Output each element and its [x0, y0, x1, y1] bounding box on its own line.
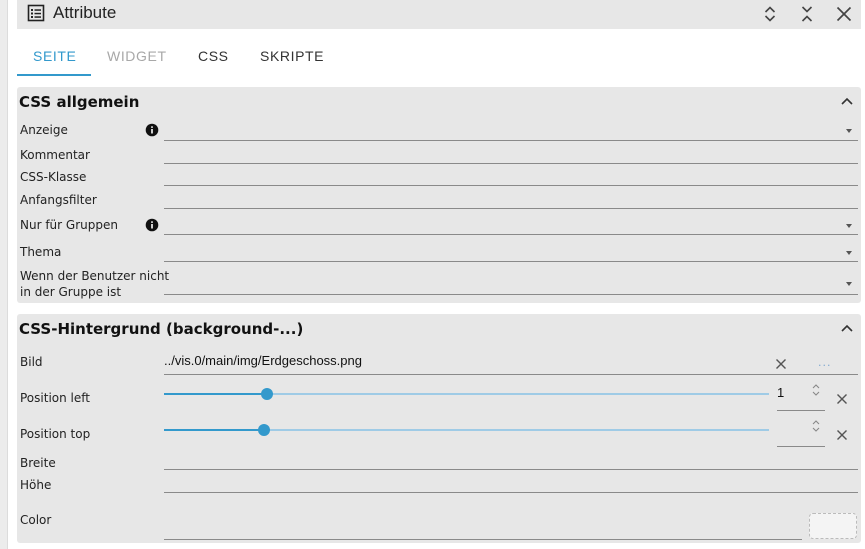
field-label-color: Color [20, 513, 52, 527]
clear-icon[interactable] [836, 426, 848, 440]
anzeige-select[interactable] [164, 140, 858, 141]
collapse-all-icon[interactable] [796, 3, 818, 25]
hoehe-input[interactable] [164, 492, 858, 493]
info-icon[interactable] [145, 217, 159, 232]
panel-left-border[interactable] [0, 0, 8, 549]
color-input[interactable] [164, 539, 802, 540]
tab-seite[interactable]: SEITE [33, 48, 76, 64]
browse-button[interactable]: ... [818, 356, 832, 369]
position-top-slider[interactable] [164, 424, 769, 436]
tab-skripte[interactable]: SKRIPTE [260, 48, 324, 64]
clear-icon[interactable] [775, 355, 787, 369]
section-title: CSS-Hintergrund (background-...) [19, 320, 304, 338]
number-underline [777, 410, 825, 411]
tab-css[interactable]: CSS [198, 48, 229, 64]
field-label-nur-fuer-gruppen: Nur für Gruppen [20, 218, 118, 232]
css-klasse-input[interactable] [164, 185, 858, 186]
field-label-anzeige: Anzeige [20, 123, 68, 137]
section-title: CSS allgemein [19, 93, 140, 111]
field-label-position-top: Position top [20, 427, 91, 441]
position-left-slider[interactable] [164, 388, 769, 400]
stepper-arrows-icon[interactable] [811, 381, 821, 401]
dropdown-arrow-icon[interactable] [846, 251, 852, 255]
bild-input-underline [164, 374, 858, 375]
position-left-input[interactable]: 1 [777, 381, 827, 411]
field-label-breite: Breite [20, 456, 56, 470]
number-underline [777, 446, 825, 447]
field-label-anfangsfilter: Anfangsfilter [20, 193, 97, 207]
tab-bar: SEITE WIDGET CSS SKRIPTE [17, 38, 861, 78]
breite-input[interactable] [164, 469, 858, 470]
expand-all-icon[interactable] [759, 3, 781, 25]
position-top-input[interactable] [777, 417, 827, 447]
color-picker-button[interactable] [809, 513, 857, 539]
list-icon [27, 4, 45, 22]
anfangsfilter-input[interactable] [164, 208, 858, 209]
thema-select[interactable] [164, 261, 858, 262]
info-icon[interactable] [145, 122, 159, 137]
slider-thumb[interactable] [260, 388, 273, 400]
field-label-thema: Thema [20, 245, 62, 259]
nur-fuer-gruppen-select[interactable] [164, 234, 858, 235]
chevron-up-icon[interactable] [839, 93, 855, 109]
number-value: 1 [777, 385, 785, 400]
dropdown-arrow-icon[interactable] [846, 224, 852, 228]
field-label-wenn-benutzer-nicht-in-gruppe: Wenn der Benutzer nicht in der Gruppe is… [20, 268, 169, 300]
close-icon[interactable] [833, 3, 855, 25]
field-label-position-left: Position left [20, 391, 90, 405]
label-line: in der Gruppe ist [20, 285, 122, 299]
attribute-panel: Attribute SEITE WIDGET CSS SKRIPTE CSS a… [0, 0, 865, 549]
bild-input[interactable]: ../vis.0/main/img/Erdgeschoss.png [164, 353, 362, 368]
field-label-kommentar: Kommentar [20, 148, 90, 162]
slider-fill [164, 429, 264, 431]
section-css-hintergrund: CSS-Hintergrund (background-...) Bild ..… [17, 314, 861, 543]
clear-icon[interactable] [836, 390, 848, 404]
field-label-bild: Bild [20, 355, 43, 369]
tab-widget[interactable]: WIDGET [107, 48, 167, 64]
dropdown-arrow-icon[interactable] [846, 129, 852, 133]
slider-fill [164, 393, 267, 395]
active-tab-indicator [17, 74, 91, 76]
field-label-css-klasse: CSS-Klasse [20, 170, 87, 184]
field-label-hoehe: Höhe [20, 478, 52, 492]
label-line: Wenn der Benutzer nicht [20, 269, 170, 283]
kommentar-input[interactable] [164, 163, 858, 164]
slider-thumb[interactable] [257, 424, 270, 436]
stepper-arrows-icon[interactable] [811, 417, 821, 437]
chevron-up-icon[interactable] [839, 320, 855, 336]
panel-title: Attribute [53, 3, 117, 22]
dropdown-arrow-icon[interactable] [846, 282, 852, 286]
panel-header: Attribute [17, 0, 861, 29]
wenn-benutzer-nicht-in-gruppe-select[interactable] [164, 294, 858, 295]
section-css-allgemein: CSS allgemein Anzeige Kommentar CSS-Klas… [17, 87, 861, 303]
